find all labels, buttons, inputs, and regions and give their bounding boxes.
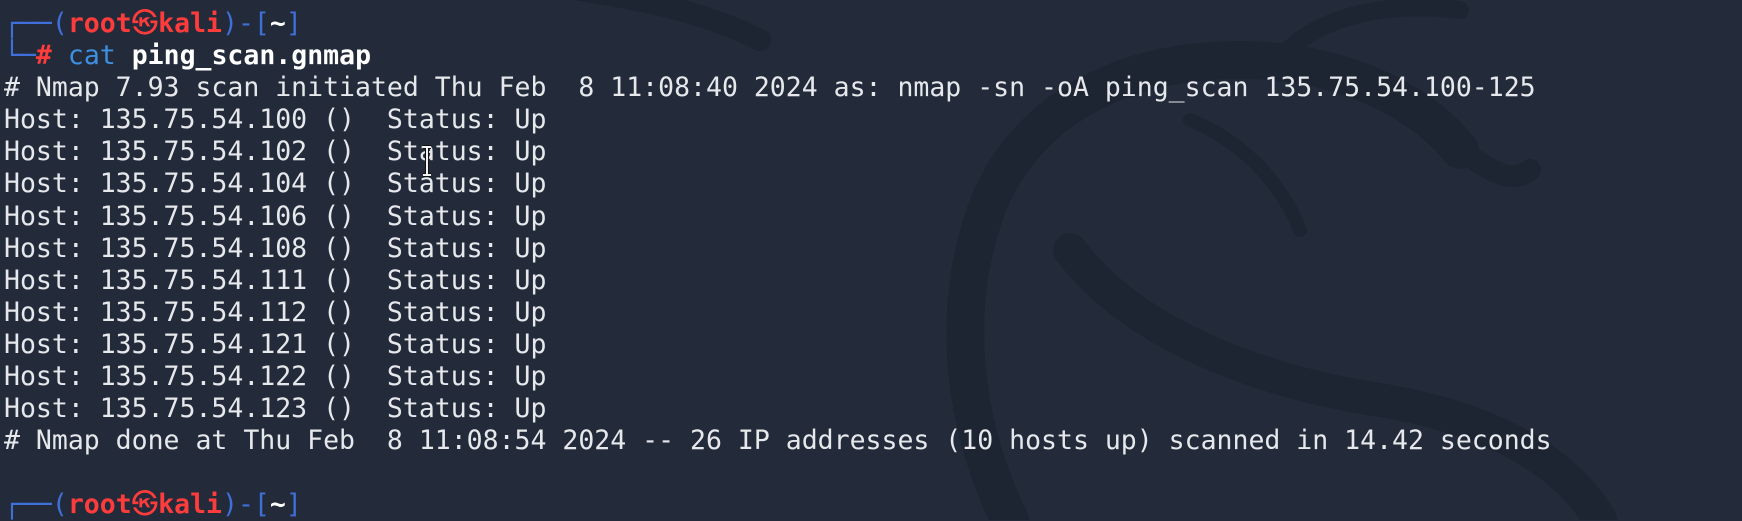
skull-icon: ㉿ <box>131 489 159 521</box>
host-line: Host: 135.75.54.106 () Status: Up <box>4 200 547 232</box>
prompt-box-open: ┌──( <box>4 8 68 39</box>
prompt-box-close: ] <box>285 489 302 521</box>
host-line: Host: 135.75.54.112 () Status: Up <box>4 296 547 328</box>
command-line: └─# cat ping_scan.gnmap <box>4 40 1742 72</box>
prompt-host: kali <box>158 489 222 521</box>
prompt-box-mid: )-[ <box>221 489 270 521</box>
host-line: Host: 135.75.54.121 () Status: Up <box>4 328 547 360</box>
host-line: Host: 135.75.54.122 () Status: Up <box>4 361 547 393</box>
command-argument: ping_scan.gnmap <box>131 40 372 72</box>
host-line: Host: 135.75.54.100 () Status: Up <box>4 104 547 136</box>
prompt-box-lower: └─ <box>4 40 36 72</box>
host-line: Host: 135.75.54.111 () Status: Up <box>4 264 547 296</box>
prompt-path: ~ <box>269 489 286 521</box>
nmap-footer-line: # Nmap done at Thu Feb 8 11:08:54 2024 -… <box>4 425 1552 457</box>
prompt-box-mid: )-[ <box>221 8 270 39</box>
prompt-path: ~ <box>269 8 286 39</box>
host-line: Host: 135.75.54.108 () Status: Up <box>4 232 547 264</box>
prompt-header-line: ┌──(root㉿kali)-[~] <box>4 8 1742 40</box>
nmap-header-line: # Nmap 7.93 scan initiated Thu Feb 8 11:… <box>4 72 1536 104</box>
prompt-hash: # <box>35 40 52 72</box>
prompt-host: kali <box>158 8 222 39</box>
prompt-user: root <box>67 8 132 39</box>
host-line: Host: 135.75.54.123 () Status: Up <box>4 393 547 425</box>
text-cursor-icon <box>423 145 431 177</box>
prompt-box-close: ] <box>285 8 302 39</box>
host-line: Host: 135.75.54.102 () Status: Up <box>4 136 547 168</box>
prompt-user: root <box>67 489 132 521</box>
prompt-box-open: ┌──( <box>4 489 68 521</box>
skull-icon: ㉿ <box>131 8 159 39</box>
next-prompt-line: ┌──(root㉿kali)-[~] <box>4 489 1742 521</box>
terminal-output[interactable]: ┌──(root㉿kali)-[~] └─# cat ping_scan.gnm… <box>4 8 1742 521</box>
host-line: Host: 135.75.54.104 () Status: Up <box>4 168 547 200</box>
command-name: cat <box>67 40 116 72</box>
